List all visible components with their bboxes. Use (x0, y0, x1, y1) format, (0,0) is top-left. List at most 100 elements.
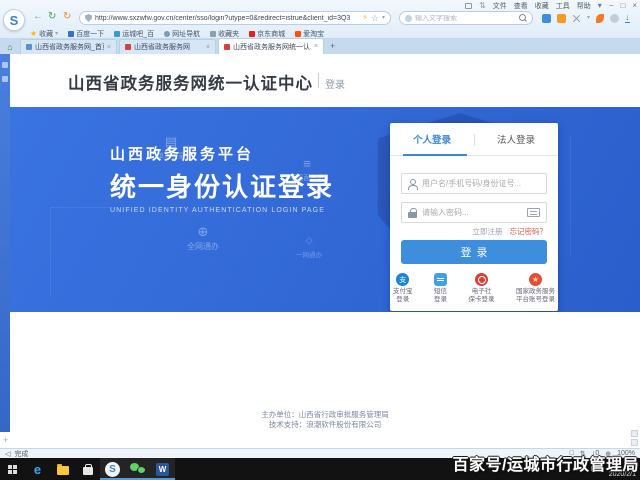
menu-help[interactable]: 帮助 (577, 1, 591, 11)
app-center-icon[interactable] (542, 14, 551, 23)
menu-tools[interactable]: 工具 (556, 1, 570, 11)
compass-icon: ⊕ (164, 225, 242, 239)
site-security-icon (85, 14, 92, 22)
back-button[interactable]: ← (33, 12, 43, 22)
search-engine-icon[interactable] (405, 15, 412, 22)
explorer-button[interactable] (50, 458, 75, 480)
bookmark-tieba[interactable]: 运城吧_百 (114, 29, 154, 39)
menu-favorites[interactable]: 收藏 (535, 1, 549, 11)
menu-file[interactable]: 文件 (493, 1, 507, 11)
tab-3-active[interactable]: 山西省政务服务网统一认... × (218, 38, 324, 54)
star-icon: ★ (30, 30, 37, 38)
tab-personal-login[interactable]: 个人登录 (390, 123, 474, 155)
forgot-password-link[interactable]: 忘记密码？ (510, 226, 548, 237)
restore-tabs-button[interactable]: ↻ (63, 12, 71, 22)
refresh-button[interactable]: ↻ (48, 12, 56, 22)
bookmark-favorites[interactable]: ★ 收藏 ▾ (30, 29, 58, 39)
bookmark-jd[interactable]: 京东商城 (249, 29, 285, 39)
login-tabs: 个人登录 法人登录 (390, 123, 558, 156)
tab-1[interactable]: 山西省政务服务网_首页 × (20, 39, 117, 54)
tab-bar: ⌂ 山西省政务服务网_首页 × 山西省政务服务网 × 山西省政务服务网统一认..… (0, 38, 640, 54)
footer-host: 主办单位：山西省行政审批服务管理局 (10, 410, 640, 420)
bookmark-nav[interactable]: 网址导航 (164, 29, 200, 39)
alipay-icon: 支 (396, 273, 409, 286)
username-input[interactable] (422, 179, 540, 188)
menu-view[interactable]: 查看 (514, 1, 528, 11)
keyboard-icon[interactable] (527, 208, 540, 217)
bookmark-label: 收藏夹 (218, 29, 239, 39)
alt-label: 支付宝 (393, 288, 413, 296)
new-tab-button[interactable]: + (330, 41, 335, 54)
alt-login-row: 支 支付宝 登录 短信 登录 电子社 保卡登录 (393, 273, 555, 304)
login-links: 立即注册 忘记密码？ (473, 226, 548, 237)
search-input[interactable] (415, 15, 516, 22)
header-login-label: 登录 (325, 76, 345, 91)
sidebar-icon[interactable] (2, 76, 8, 82)
alt-label: 登录 (434, 296, 447, 304)
extensions-icon[interactable] (610, 14, 619, 23)
bookmark-taobao[interactable]: 爱淘宝 (295, 29, 324, 39)
login-banner: ▤ 单点登录 ≡ 不见面审批 ⊕ 全网通办 ◇ 一网通办 山西政务服务平台 统一… (10, 107, 640, 312)
register-link[interactable]: 立即注册 (473, 226, 503, 237)
tab-corporate-login[interactable]: 法人登录 (474, 123, 558, 155)
sogou-browser-button[interactable]: S (100, 458, 125, 480)
alipay-login[interactable]: 支 支付宝 登录 (393, 273, 413, 304)
status-arrow-icon[interactable]: ◁ (5, 450, 10, 458)
folder-icon (57, 466, 69, 475)
browser-sidebar[interactable] (0, 54, 10, 432)
username-field[interactable] (401, 173, 547, 194)
edge-button[interactable]: e (25, 458, 50, 480)
windows-icon (8, 465, 17, 474)
close-icon[interactable]: × (206, 44, 210, 51)
diamond-icon: ◇ (282, 233, 336, 247)
sogou-logo[interactable]: S (3, 9, 25, 31)
skin-icon[interactable] (557, 14, 566, 23)
word-button[interactable]: W (150, 458, 175, 480)
scroll-corner-icon[interactable] (631, 430, 638, 437)
social-card-login[interactable]: 电子社 保卡登录 (469, 273, 495, 304)
minimize-button[interactable]: − (609, 2, 614, 10)
store-button[interactable] (75, 458, 100, 480)
wechat-icon (130, 463, 145, 475)
close-button[interactable]: × (632, 2, 637, 10)
tab-favicon (224, 44, 230, 50)
sidebar-icon[interactable] (2, 62, 8, 68)
maximize-button[interactable]: □ (620, 2, 625, 10)
search-box[interactable] (399, 11, 533, 25)
sidebar-add-icon[interactable]: + (3, 435, 8, 445)
password-input[interactable] (422, 208, 522, 217)
home-icon[interactable]: ⌂ (0, 42, 20, 54)
address-dropdown-icon[interactable]: ▾ (382, 15, 385, 21)
sms-login[interactable]: 短信 登录 (434, 273, 447, 304)
bookmark-star-icon[interactable]: ☆ (371, 14, 379, 23)
password-field[interactable] (401, 202, 547, 223)
layout-icon[interactable] (465, 3, 472, 9)
url-text[interactable]: http://www.sxzwfw.gov.cn/center/sso/logi… (95, 15, 359, 22)
download-icon[interactable]: ↓ (625, 13, 630, 23)
scroll-corner-icon[interactable] (631, 439, 638, 446)
alt-label: 国家政务服务 (516, 288, 555, 296)
status-text: 完成 (14, 449, 28, 459)
start-button[interactable] (0, 458, 25, 480)
tab-2[interactable]: 山西省政务服务网 × (119, 39, 216, 54)
decor-line (50, 207, 110, 208)
speed-mode-icon[interactable]: ⚡ (362, 14, 368, 22)
decor-network: ⊕ 全网通办 (164, 225, 242, 252)
close-icon[interactable]: × (107, 44, 111, 51)
proxy-icon[interactable] (596, 14, 604, 23)
wechat-button[interactable] (125, 458, 150, 480)
address-bar[interactable]: http://www.sxzwfw.gov.cn/center/sso/logi… (79, 11, 391, 25)
screenshot-icon[interactable] (572, 14, 581, 23)
bookmark-folder[interactable]: 收藏夹 (210, 29, 239, 39)
close-icon[interactable]: × (314, 43, 318, 50)
browser-chrome: ⇅ 文件 查看 收藏 工具 帮助 ▾ − □ × S ← ↻ ↻ http://… (0, 0, 640, 54)
login-button[interactable]: 登录 (401, 240, 547, 264)
bookmark-baidu[interactable]: 百度一下 (68, 29, 104, 39)
jd-icon (249, 31, 255, 37)
screenshot-dropdown-icon[interactable]: ▾ (587, 15, 590, 21)
menu-icon[interactable]: ⇅ (479, 2, 486, 10)
feedback-icon[interactable]: ▾ (598, 2, 602, 10)
active-tab-underline (403, 154, 467, 156)
search-icon[interactable] (519, 14, 527, 22)
national-platform-login[interactable]: ★ 国家政务服务 平台账号登录 (516, 273, 555, 304)
